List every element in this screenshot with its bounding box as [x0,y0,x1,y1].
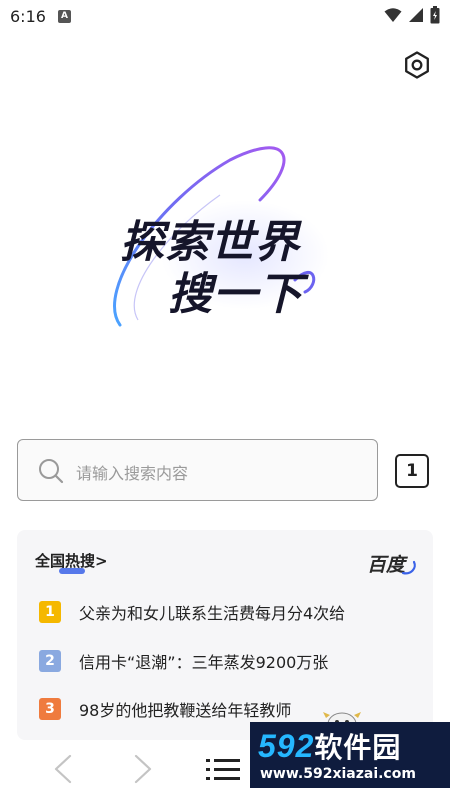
hot-search-card: 全国热搜> 百度 1 父亲为和女儿联系生活费每月分4次给 2 信用卡“退潮”：三… [17,530,433,740]
watermark-url: www.592xiazai.com [260,766,416,782]
search-icon [39,459,64,484]
hot-item[interactable]: 2 信用卡“退潮”：三年蒸发9200万张 [39,649,328,673]
baidu-logo: 百度 [366,554,405,576]
wifi-icon [384,8,402,22]
watermark-logo: 592软件园 www.592xiazai.com [250,722,450,788]
settings-button[interactable] [402,50,432,80]
hot-item[interactable]: 3 98岁的他把教鞭送给年轻教师 [39,697,291,721]
tab-count-button[interactable]: 1 [395,454,429,488]
watermark-number: 592 [258,728,315,764]
hot-item-text: 信用卡“退潮”：三年蒸发9200万张 [79,653,329,672]
hero-title-line2: 搜一下 [168,270,303,319]
battery-icon [430,6,440,24]
rank-badge: 1 [39,601,61,623]
back-icon[interactable] [50,754,76,784]
notification-badge: A [58,10,71,23]
status-time: 6:16 [10,7,46,26]
rank-badge: 3 [39,698,61,720]
hot-item-text: 98岁的他把教鞭送给年轻教师 [79,701,292,720]
search-input[interactable]: 请输入搜索内容 [17,439,378,501]
hero-logo: 探索世界 搜一下 [100,140,350,340]
forward-icon[interactable] [130,754,156,784]
baidu-swoosh-icon [401,560,416,575]
status-bar: 6:16 A [0,0,450,34]
status-icons [384,6,440,24]
settings-icon [405,51,429,79]
watermark-cn: 软件园 [314,732,402,763]
hot-item-text: 父亲为和女儿联系生活费每月分4次给 [79,604,346,623]
hot-search-title[interactable]: 全国热搜> [35,550,108,571]
hot-item[interactable]: 1 父亲为和女儿联系生活费每月分4次给 [39,600,345,624]
rank-badge: 2 [39,650,61,672]
watermark-brand: 592软件园 [258,726,401,766]
search-placeholder: 请输入搜索内容 [76,464,189,483]
signal-icon [409,8,423,22]
menu-icon[interactable] [206,756,242,784]
